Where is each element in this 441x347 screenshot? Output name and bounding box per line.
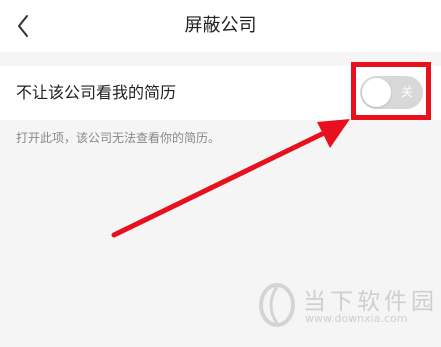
page-title: 屏蔽公司 xyxy=(184,15,257,36)
annotation-arrow-icon xyxy=(111,119,350,238)
watermark: 当下软件园 www.downxia.com xyxy=(255,276,434,336)
setting-label: 不让该公司看我的简历 xyxy=(16,83,177,102)
toggle-state-text: 关 xyxy=(400,85,413,99)
watermark-logo-icon xyxy=(259,283,295,327)
watermark-name: 当下软件园 xyxy=(303,289,438,315)
toggle-knob xyxy=(362,78,391,107)
nav-bar: 屏蔽公司 xyxy=(0,0,441,52)
block-company-toggle[interactable]: 关 xyxy=(360,76,423,109)
hint-text: 打开此项，该公司无法查看你的简历。 xyxy=(16,131,221,145)
watermark-url: www.downxia.com xyxy=(305,312,408,325)
